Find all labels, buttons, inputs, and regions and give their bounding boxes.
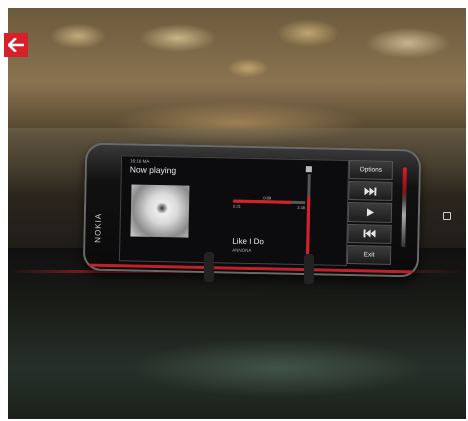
volume-bar[interactable]	[305, 174, 311, 261]
progress-fill	[233, 199, 291, 204]
skip-back-icon	[363, 229, 376, 238]
phone: NOKIA 16:18 MA Now playing 0:09 0:31 3:4…	[82, 142, 422, 278]
holder-clip-left	[204, 252, 214, 282]
progress-bar[interactable]	[233, 199, 306, 205]
back-button[interactable]	[4, 33, 28, 57]
now-playing-title: Now playing	[129, 164, 177, 176]
progress-area[interactable]: 0:09 0:31 3:48	[233, 195, 306, 211]
volume-icon	[305, 166, 312, 173]
play-button[interactable]	[347, 202, 393, 223]
screenshot-frame: NOKIA 16:18 MA Now playing 0:09 0:31 3:4…	[0, 0, 468, 421]
elapsed-time: 0:31	[233, 203, 241, 209]
skip-forward-icon	[364, 187, 377, 196]
artist-name: ANNONA	[232, 247, 252, 253]
dashboard-reflection	[128, 338, 428, 398]
corner-marker	[443, 212, 451, 220]
options-button[interactable]: Options	[348, 160, 394, 181]
status-time: 16:18 MA	[129, 158, 150, 164]
exit-button[interactable]: Exit	[346, 244, 392, 265]
previous-button[interactable]	[347, 223, 392, 244]
media-controls: Options Exit	[346, 160, 394, 265]
photo: NOKIA 16:18 MA Now playing 0:09 0:31 3:4…	[8, 8, 466, 419]
phone-brand: NOKIA	[93, 212, 103, 243]
phone-screen: 16:18 MA Now playing 0:09 0:31 3:48 Like…	[118, 155, 350, 266]
album-art	[130, 184, 190, 238]
next-button[interactable]	[348, 181, 393, 202]
album-art-detail	[154, 202, 170, 214]
total-time: 3:48	[297, 204, 306, 211]
volume-fill	[305, 195, 311, 261]
song-title: Like I Do	[232, 236, 265, 247]
play-icon	[366, 208, 374, 217]
holder-clip-right	[304, 254, 314, 284]
side-keys	[401, 167, 407, 248]
arrow-left-icon	[8, 38, 24, 52]
